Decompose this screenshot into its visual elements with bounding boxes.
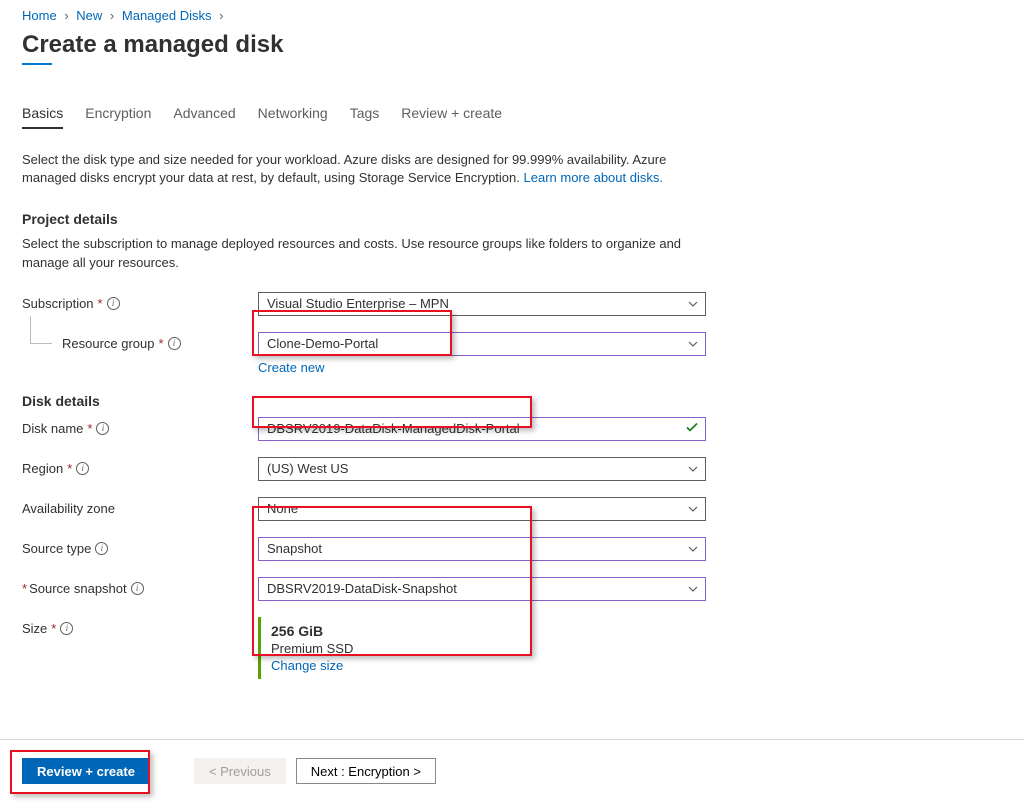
- tab-review-create[interactable]: Review + create: [401, 105, 502, 129]
- footer: Review + create < Previous Next : Encryp…: [0, 739, 1024, 784]
- next-button[interactable]: Next : Encryption >: [296, 758, 436, 784]
- resource-group-label: Resource group * i: [22, 332, 258, 351]
- chevron-down-icon: [687, 503, 699, 515]
- region-label: Region * i: [22, 457, 258, 476]
- chevron-right-icon: ›: [64, 8, 68, 23]
- subscription-label: Subscription * i: [22, 292, 258, 311]
- breadcrumb-home[interactable]: Home: [22, 8, 57, 23]
- disk-name-input[interactable]: DBSRV2019-DataDisk-ManagedDisk-Portal: [258, 417, 706, 441]
- disk-details-heading: Disk details: [22, 393, 1002, 409]
- chevron-right-icon: ›: [110, 8, 114, 23]
- tab-encryption[interactable]: Encryption: [85, 105, 151, 129]
- info-icon[interactable]: i: [107, 297, 120, 310]
- tab-tags[interactable]: Tags: [350, 105, 380, 129]
- required-indicator: *: [67, 461, 72, 476]
- intro-text: Select the disk type and size needed for…: [22, 151, 722, 187]
- required-indicator: *: [159, 336, 164, 351]
- create-new-link[interactable]: Create new: [258, 360, 324, 375]
- info-icon[interactable]: i: [95, 542, 108, 555]
- source-snapshot-select[interactable]: DBSRV2019-DataDisk-Snapshot: [258, 577, 706, 601]
- region-select[interactable]: (US) West US: [258, 457, 706, 481]
- size-label: Size * i: [22, 617, 258, 636]
- info-icon[interactable]: i: [96, 422, 109, 435]
- breadcrumb: Home › New › Managed Disks ›: [22, 8, 1002, 29]
- tabs: Basics Encryption Advanced Networking Ta…: [22, 105, 1002, 129]
- chevron-down-icon: [687, 583, 699, 595]
- size-value: 256 GiB: [271, 623, 696, 639]
- source-type-label: Source type i: [22, 537, 258, 556]
- chevron-down-icon: [687, 543, 699, 555]
- breadcrumb-new[interactable]: New: [76, 8, 102, 23]
- info-icon[interactable]: i: [168, 337, 181, 350]
- tree-connector: [30, 316, 52, 344]
- chevron-right-icon: ›: [219, 8, 223, 23]
- review-create-button[interactable]: Review + create: [22, 758, 150, 784]
- source-snapshot-label: *Source snapshot i: [22, 577, 258, 596]
- breadcrumb-managed-disks[interactable]: Managed Disks: [122, 8, 212, 23]
- previous-button: < Previous: [194, 758, 286, 784]
- subscription-select[interactable]: Visual Studio Enterprise – MPN: [258, 292, 706, 316]
- availability-zone-label: Availability zone: [22, 497, 258, 516]
- chevron-down-icon: [687, 338, 699, 350]
- info-icon[interactable]: i: [60, 622, 73, 635]
- size-tier: Premium SSD: [271, 641, 696, 656]
- info-icon[interactable]: i: [131, 582, 144, 595]
- title-underline: [22, 63, 52, 65]
- learn-more-link[interactable]: Learn more about disks.: [524, 170, 663, 185]
- change-size-link[interactable]: Change size: [271, 658, 343, 673]
- chevron-down-icon: [687, 463, 699, 475]
- chevron-down-icon: [687, 298, 699, 310]
- check-icon: [685, 420, 699, 437]
- project-details-heading: Project details: [22, 211, 1002, 227]
- availability-zone-select[interactable]: None: [258, 497, 706, 521]
- tab-networking[interactable]: Networking: [258, 105, 328, 129]
- resource-group-select[interactable]: Clone-Demo-Portal: [258, 332, 706, 356]
- info-icon[interactable]: i: [76, 462, 89, 475]
- disk-name-label: Disk name * i: [22, 417, 258, 436]
- required-indicator: *: [98, 296, 103, 311]
- required-indicator: *: [22, 581, 27, 596]
- tab-advanced[interactable]: Advanced: [173, 105, 235, 129]
- tab-basics[interactable]: Basics: [22, 105, 63, 129]
- project-details-desc: Select the subscription to manage deploy…: [22, 235, 722, 271]
- required-indicator: *: [51, 621, 56, 636]
- page-title: Create a managed disk: [22, 31, 1002, 59]
- size-box: 256 GiB Premium SSD Change size: [258, 617, 706, 679]
- source-type-select[interactable]: Snapshot: [258, 537, 706, 561]
- required-indicator: *: [87, 421, 92, 436]
